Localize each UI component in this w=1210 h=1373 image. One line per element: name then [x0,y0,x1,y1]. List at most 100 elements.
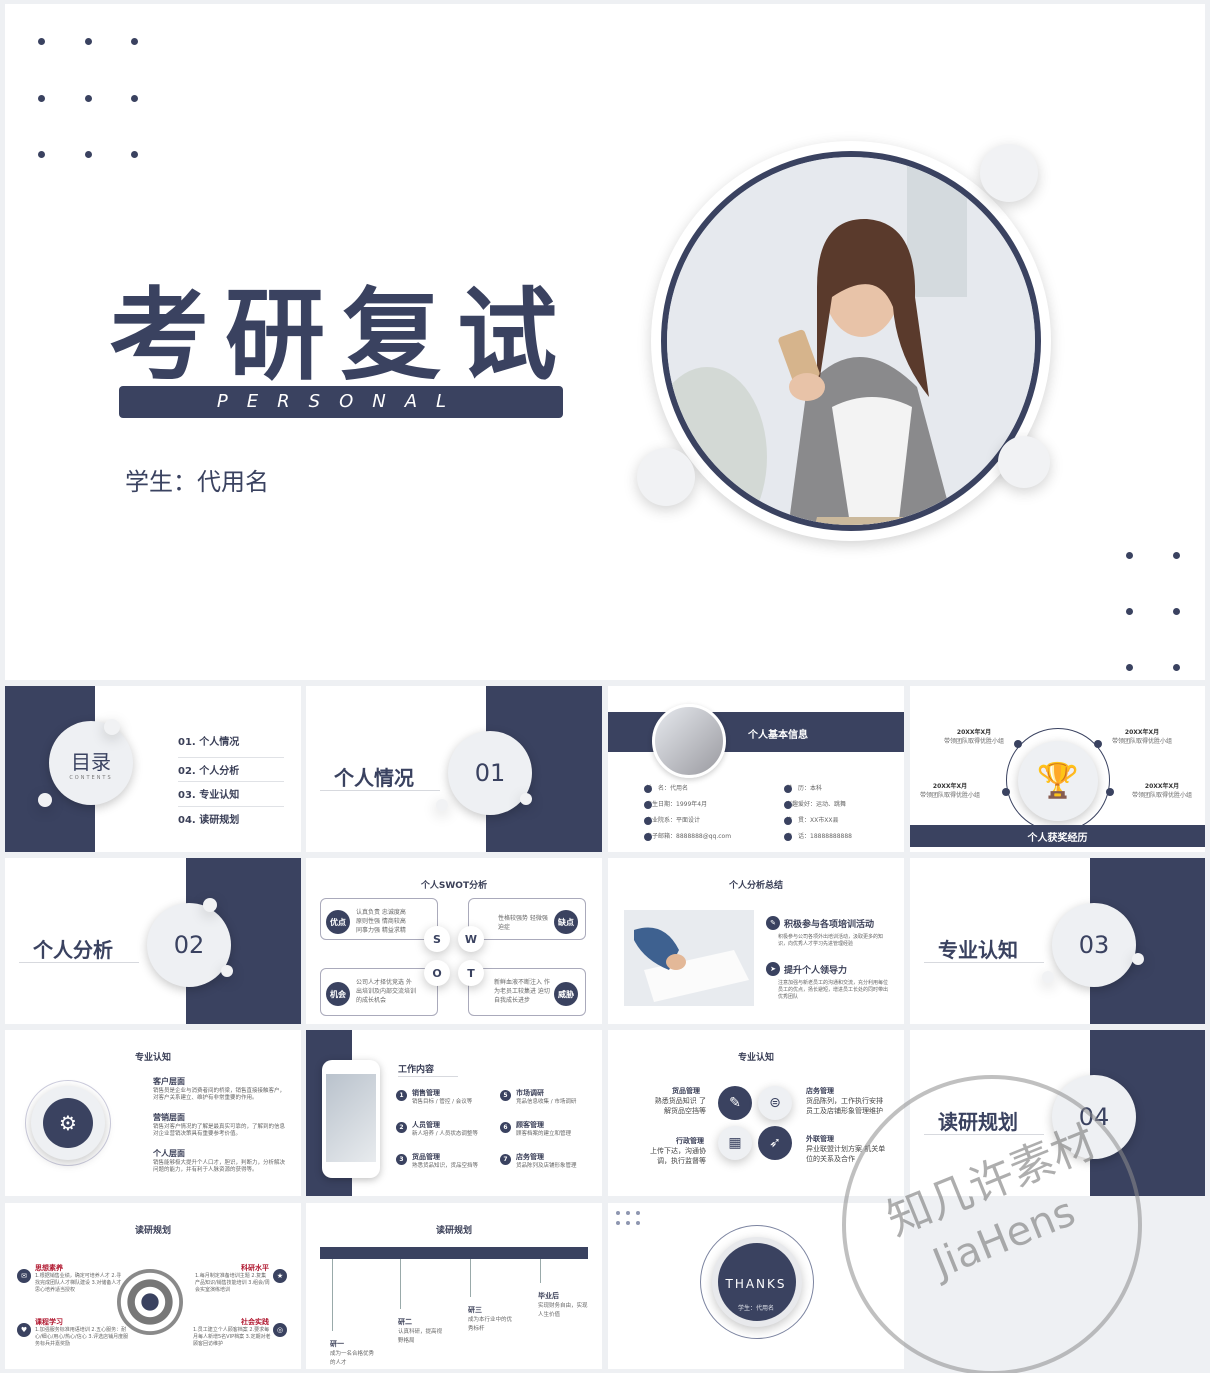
deco-bubble [104,719,120,735]
major1-icon-circle: ⚙ [31,1086,105,1160]
phone-screen [326,1074,376,1162]
major1-text-3: 销售能够极大提升个人口才，胆识，判断力，分析解决问题的能力，并有利于人脉资源的获… [153,1160,286,1173]
work-item: 3 货品管理 熟悉货品知识，货品空挡等 [396,1152,496,1184]
send-icon: ➤ [766,962,780,976]
plan2-title: 读研规划 [435,1226,472,1236]
plan1-heading-3: 课程学习 [35,1318,63,1326]
work-col-left: 1 销售管理 销售目标 / 管控 / 会议等 2 人员管理 新人培养 / 人员状态调整等… [396,1088,496,1184]
apps-icon: ▦ [718,1126,752,1160]
swot-text-s: 认真负责 忠诚度高 原则性强 情商较高 同事力强 精益求精 [356,909,406,934]
award-node [1094,740,1102,748]
major1-heading-2: 营销层面 [153,1113,185,1122]
calendar-icon [644,801,652,809]
work-item: 5 市场调研 竞品信息收集 / 市场调研 [500,1088,600,1120]
section-title: 个人分析 [33,938,113,962]
major1-heading-3: 个人层面 [153,1149,185,1158]
rocket-icon: ➶ [758,1126,792,1160]
info-birth: 出生日期：1999年4月 [646,801,708,808]
analysis-summary-slide[interactable]: 个人分析总结 ✎ ➤ 积极参与各项培训活动 积极参与公司各项外出培训活动，汲取更… [608,858,904,1024]
work-item: 1 销售管理 销售目标 / 管控 / 会议等 [396,1088,496,1120]
person-icon [644,785,652,793]
basic-info-slide[interactable]: 个人基本信息 姓 名：代用名 出生日期：1999年4月 专业院系：平面设计 电子… [608,686,904,852]
swot-label-t: 威胁 [554,982,578,1006]
info-icons-right [784,785,792,841]
toc-item[interactable]: 03. 专业认知 [178,782,284,807]
work-col-right: 5 市场调研 竞品信息收集 / 市场调研 6 顾客管理 顾客档案的建立和管理 7 店务管理… [500,1088,600,1184]
writing-photo [624,910,754,1006]
summary-heading-1: 积极参与各项培训活动 [784,920,875,930]
toc-item[interactable]: 04. 读研规划 [178,807,284,832]
major-slide-1[interactable]: 专业认知 ⚙ 客户层面 销售员是企业与消费者间的桥梁，销售直接接触客户，对客户关… [5,1030,301,1196]
deco-bubble-right [998,436,1050,488]
graduation-icon [784,785,792,793]
major2-heading-4: 外联管理 [806,1135,834,1143]
plan1-text-2: 1.每月制定准备培训主题 2.复集产品知识/销售技能培训 3.组会/周会实室演练… [195,1273,270,1293]
info-icons-left [644,785,652,841]
awards-slide[interactable]: 🏆 个人获奖经历 20XX年X月 带领团队取得优胜小组 20XX年X月 带领团队取得… [910,686,1205,852]
home-icon [784,817,792,825]
section-slide-02[interactable]: 个人分析 02 [5,858,301,1024]
swot-text-t: 新鲜血液不断注入 作为老员工较集进 迫切自我成长进步 [494,979,550,1004]
swot-slide[interactable]: 个人SWOT分析 优点 缺点 机会 威胁 认真负责 忠诚度高 原则性强 情商较高… [306,858,602,1024]
plan-slide-1[interactable]: 读研规划 思想素养 1.根据销售业绩，确定可培养人才 2.寻找完成团队人才梯队建… [5,1203,301,1369]
toc-item[interactable]: 01. 个人情况 [178,733,284,758]
timeline-step: 研一 成为一名合格优秀的人才 [330,1340,375,1366]
cover-slide[interactable]: 考研复试 PERSONAL RESUME 学生：代用名 [5,4,1205,680]
section-number: 01 [474,759,506,787]
swot-title: 个人SWOT分析 [420,881,488,891]
coins-icon: ⊜ [758,1086,792,1120]
timeline-bar [320,1247,588,1259]
chat-icon: ✉ [17,1269,31,1283]
deco-bubble-left [637,448,695,506]
user-gear-icon: ⚙ [43,1098,93,1148]
award-item: 20XX年X月 带领团队取得优胜小组 [920,783,981,799]
work-item: 2 人员管理 新人培养 / 人员状态调整等 [396,1120,496,1152]
timeline-connector [540,1259,541,1283]
award-node [1106,788,1114,796]
plan1-heading-4: 社会实践 [241,1318,269,1326]
toc-item[interactable]: 02. 个人分析 [178,758,284,782]
summary-text-1: 积极参与公司各项外出培训活动，汲取更多的知识，向优秀人才学习先进管理经验 [778,934,884,947]
summary-title: 个人分析总结 [728,881,783,891]
major1-text-2: 销售对客户情况的了解是最真实可靠的，了解到的信息对企业营销决策具有重要参考价值。 [153,1124,286,1137]
deco-bubble [221,965,233,977]
section-number-circle: 03 [1052,903,1136,987]
info-name: 姓 名：代用名 [646,785,689,792]
swot-label-w: 缺点 [554,910,578,934]
swot-text-o: 公司人才择优竞选 外出培训及内部交流培训的成长机会 [356,979,417,1004]
plan1-text-4: 1.员工建立个人顾客档案 2.要求每月每人新增5名VIP档案 3.定期对老顾客回… [193,1327,271,1347]
toc-list: 01. 个人情况 02. 个人分析 03. 专业认知 04. 读研规划 [178,733,284,831]
trophy-icon: ★ [273,1269,287,1283]
major1-text-1: 销售员是企业与消费者间的桥梁，销售直接接触客户，对客户关系建立、维护有非常重要的… [153,1088,286,1101]
swot-label-o: 机会 [326,982,350,1006]
phone-mockup [322,1060,380,1178]
info-left-col: 姓 名：代用名 出生日期：1999年4月 专业院系：平面设计 电子邮箱：8888… [646,784,731,848]
section-number-circle: 02 [147,903,231,987]
heart-icon [784,801,792,809]
major2-text-3: 上传下达，沟通协调，执行监督等 [650,1147,706,1165]
major2-text-1: 熟悉货品知识 了解货品空挡等 [654,1097,706,1115]
work-item: 6 顾客管理 顾客档案的建立和管理 [500,1120,600,1152]
presentation-preview: 考研复试 PERSONAL RESUME 学生：代用名 目录 CONTENTS … [0,0,1210,1373]
info-hobby: 兴趣爱好：运动、跳舞 [786,801,847,808]
plan-slide-2[interactable]: 读研规划 研一 成为一名合格优秀的人才 研二 认真科研，提高视野格局 研三 成为本行业… [306,1203,602,1369]
work-item: 7 店务管理 货品陈列及店铺形象管理 [500,1152,600,1184]
target-icon [117,1269,183,1335]
toc-circle: 目录 CONTENTS [49,721,133,805]
swot-letter-o: O [424,960,450,986]
summary-heading-2: 提升个人领导力 [784,966,848,976]
info-header-title: 个人基本信息 [748,730,808,741]
mail-icon [644,833,652,841]
section-slide-03[interactable]: 专业认知 03 [910,858,1205,1024]
work-content-slide[interactable]: 工作内容 1 销售管理 销售目标 / 管控 / 会议等 2 人员管理 新人培养 / 人员… [306,1030,602,1196]
section-slide-01[interactable]: 个人情况 01 [306,686,602,852]
info-major: 专业院系：平面设计 [646,817,701,824]
work-title: 工作内容 [398,1065,435,1075]
section-number: 03 [1078,931,1110,959]
plan1-heading-2: 科研水平 [241,1264,269,1272]
plan1-title: 读研规划 [134,1226,171,1236]
plan1-text-3: 1.加强服务标准用语培训 2.五心服务：耐心/细心/用心/热心/信心 3.评选店… [35,1327,129,1347]
phone-icon [784,833,792,841]
toc-slide[interactable]: 目录 CONTENTS 01. 个人情况 02. 个人分析 03. 专业认知 0… [5,686,301,852]
deco-bubble [1132,953,1144,965]
